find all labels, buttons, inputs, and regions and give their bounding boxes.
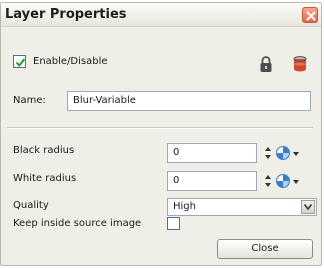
keep-inside-label: Keep inside source image bbox=[13, 218, 142, 229]
divider bbox=[7, 127, 313, 129]
lock-icon[interactable] bbox=[258, 55, 274, 73]
function-curve-icon[interactable] bbox=[275, 172, 301, 190]
enable-label: Enable/Disable bbox=[33, 56, 108, 67]
up-down-arrows-icon[interactable] bbox=[263, 173, 273, 189]
layer-properties-dialog: Layer Properties Enable/Disable Name: Bl… bbox=[0, 2, 322, 266]
quality-value: High bbox=[173, 201, 196, 212]
chevron-down-icon[interactable] bbox=[301, 200, 315, 214]
paint-bucket-icon[interactable] bbox=[292, 55, 308, 73]
checkmark-icon bbox=[15, 58, 26, 68]
name-label: Name: bbox=[13, 95, 46, 106]
close-icon[interactable] bbox=[302, 7, 318, 23]
close-button[interactable]: Close bbox=[217, 239, 313, 259]
up-down-arrows-icon[interactable] bbox=[263, 145, 273, 161]
black-radius-label: Black radius bbox=[13, 145, 75, 156]
quality-label: Quality bbox=[13, 200, 49, 211]
black-radius-field[interactable]: 0 bbox=[167, 143, 257, 163]
dialog-title: Layer Properties bbox=[5, 7, 127, 22]
enable-checkbox[interactable] bbox=[13, 55, 26, 68]
name-field[interactable]: Blur-Variable bbox=[67, 91, 311, 111]
quality-select[interactable]: High bbox=[167, 198, 317, 216]
white-radius-field[interactable]: 0 bbox=[167, 171, 257, 191]
function-curve-icon[interactable] bbox=[275, 144, 301, 162]
title-bar[interactable]: Layer Properties bbox=[1, 3, 321, 27]
white-radius-label: White radius bbox=[13, 173, 77, 184]
keep-inside-checkbox[interactable] bbox=[167, 217, 180, 230]
